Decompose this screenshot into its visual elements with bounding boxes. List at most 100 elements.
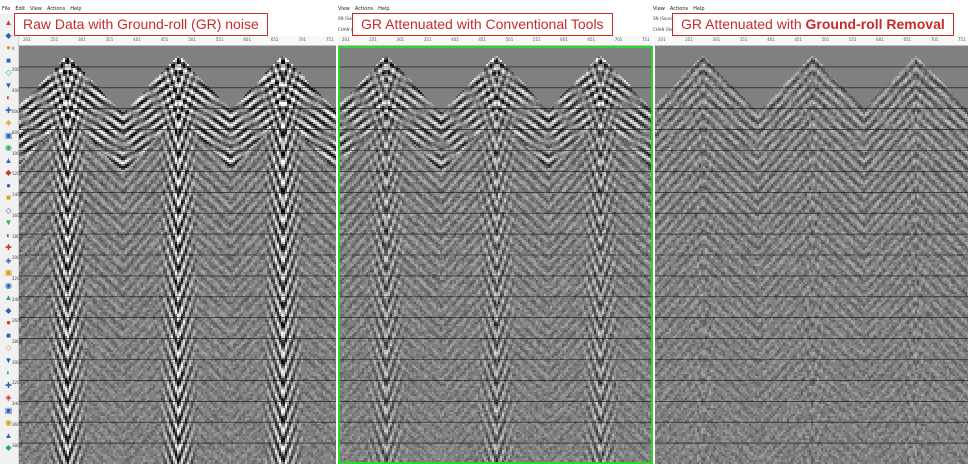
trace-axis-tick: 201 bbox=[658, 37, 666, 42]
trace-axis-tick: 551 bbox=[216, 37, 224, 42]
time-axis-tick: 1200 bbox=[12, 171, 22, 176]
trace-axis-tick: 301 bbox=[397, 37, 405, 42]
trace-axis-tick: 401 bbox=[451, 37, 459, 42]
trace-axis-tick: 201 bbox=[23, 37, 31, 42]
label-removal: GR Attenuated with Ground-roll Removal bbox=[672, 13, 954, 36]
window-title-1 bbox=[150, 0, 151, 5]
time-axis-tick: 1800 bbox=[12, 234, 22, 239]
toolbar-tool-icon[interactable]: ◈ bbox=[4, 118, 13, 127]
time-axis-tick: 800 bbox=[12, 130, 20, 135]
trace-axis-tick: 651 bbox=[587, 37, 595, 42]
time-axis-tick: 2800 bbox=[12, 339, 22, 344]
menu-help[interactable]: Help bbox=[70, 6, 81, 13]
menu-actions[interactable]: Actions bbox=[670, 6, 688, 13]
trace-axis-tick: 251 bbox=[685, 37, 693, 42]
toolbar-tool-icon[interactable]: ◆ bbox=[4, 31, 13, 40]
trace-axis-tick: 751 bbox=[958, 37, 966, 42]
time-axis-tick: 400 bbox=[12, 88, 20, 93]
menubar-window-1: File Edit View Actions Help bbox=[2, 6, 82, 13]
trace-axis-1: 201 251 301 351 401 451 501 551 601 651 701 751 bbox=[19, 36, 336, 46]
time-axis-tick: 0 bbox=[12, 46, 15, 51]
toolbar-tool-icon[interactable]: ▣ bbox=[4, 406, 13, 415]
label-raw-data: Raw Data with Ground-roll (GR) noise bbox=[14, 13, 268, 36]
seismic-image-removal bbox=[655, 46, 968, 464]
menubar-window-2: View Actions Help bbox=[338, 6, 390, 13]
trace-axis-3: 201 251 301 351 401 451 501 551 601 651 701 751 bbox=[654, 36, 968, 46]
trace-axis-tick: 501 bbox=[822, 37, 830, 42]
menu-help[interactable]: Help bbox=[378, 6, 389, 13]
toolbar-tool-icon[interactable]: ▲ bbox=[4, 156, 13, 165]
trace-axis-tick: 701 bbox=[298, 37, 306, 42]
time-axis-tick: 2200 bbox=[12, 276, 22, 281]
menu-help[interactable]: Help bbox=[693, 6, 704, 13]
seismic-panel-conventional[interactable] bbox=[338, 46, 653, 464]
trace-axis-tick: 451 bbox=[478, 37, 486, 42]
trace-axis-tick: 651 bbox=[271, 37, 279, 42]
time-axis-tick: 2000 bbox=[12, 255, 22, 260]
trace-axis-tick: 751 bbox=[642, 37, 650, 42]
menu-view[interactable]: View bbox=[653, 6, 665, 13]
menu-file[interactable]: File bbox=[2, 6, 10, 13]
time-axis-tick: 2400 bbox=[12, 297, 22, 302]
trace-axis-tick: 301 bbox=[713, 37, 721, 42]
trace-axis-tick: 301 bbox=[78, 37, 86, 42]
toolbar-tool-icon[interactable]: ◐ bbox=[4, 93, 13, 102]
menu-view[interactable]: View bbox=[30, 6, 42, 13]
trace-axis-tick: 751 bbox=[326, 37, 334, 42]
toolbar-tool-icon[interactable]: ◆ bbox=[4, 306, 13, 315]
label-conventional: GR Attenuated with Conventional Tools bbox=[352, 13, 613, 36]
toolbar-tool-icon[interactable]: ■ bbox=[4, 56, 13, 65]
trace-axis-tick: 651 bbox=[903, 37, 911, 42]
trace-axis-tick: 551 bbox=[849, 37, 857, 42]
toolbar-tool-icon[interactable]: ▲ bbox=[4, 431, 13, 440]
trace-axis-tick: 401 bbox=[767, 37, 775, 42]
time-axis-tick: 3800 bbox=[12, 443, 22, 448]
time-axis-tick: 3400 bbox=[12, 401, 22, 406]
seismic-image-conventional bbox=[338, 46, 653, 464]
trace-axis-tick: 251 bbox=[369, 37, 377, 42]
toolbar-tool-icon[interactable]: ▲ bbox=[4, 18, 13, 27]
time-axis-tick: 1000 bbox=[12, 151, 22, 156]
trace-axis-tick: 701 bbox=[931, 37, 939, 42]
trace-axis-tick: 351 bbox=[740, 37, 748, 42]
trace-axis-tick: 401 bbox=[133, 37, 141, 42]
toolbar-tool-icon[interactable]: ● bbox=[4, 181, 13, 190]
trace-axis-tick: 201 bbox=[342, 37, 350, 42]
time-axis-tick: 600 bbox=[12, 109, 20, 114]
trace-axis-tick: 501 bbox=[506, 37, 514, 42]
menubar-window-3: View Actions Help bbox=[653, 6, 705, 13]
trace-axis-tick: 451 bbox=[161, 37, 169, 42]
seismic-panel-raw[interactable] bbox=[19, 46, 336, 464]
time-axis-tick: 3200 bbox=[12, 380, 22, 385]
trace-axis-tick: 601 bbox=[876, 37, 884, 42]
trace-axis-tick: 501 bbox=[188, 37, 196, 42]
toolbar-tool-icon[interactable]: ◐ bbox=[4, 368, 13, 377]
time-axis-tick: 3000 bbox=[12, 360, 22, 365]
toolbar-tool-icon[interactable]: ◇ bbox=[4, 343, 13, 352]
menu-edit[interactable]: Edit bbox=[15, 6, 25, 13]
toolbar-tool-icon[interactable]: ▼ bbox=[4, 218, 13, 227]
trace-axis-tick: 451 bbox=[794, 37, 802, 42]
seismic-image-raw bbox=[19, 46, 336, 464]
trace-axis-tick: 551 bbox=[533, 37, 541, 42]
time-axis-tick: 2600 bbox=[12, 318, 22, 323]
trace-axis-tick: 351 bbox=[106, 37, 114, 42]
trace-axis-tick: 351 bbox=[424, 37, 432, 42]
trace-axis-tick: 601 bbox=[243, 37, 251, 42]
toolbar-tool-icon[interactable]: ◉ bbox=[4, 281, 13, 290]
time-axis-tick: 200 bbox=[12, 67, 20, 72]
menu-view[interactable]: View bbox=[338, 6, 350, 13]
seismic-panel-removal[interactable] bbox=[655, 46, 968, 464]
menu-actions[interactable]: Actions bbox=[47, 6, 65, 13]
trace-axis-2: 201 251 301 351 401 451 501 551 601 651 701 751 bbox=[338, 36, 652, 46]
trace-axis-tick: 251 bbox=[51, 37, 59, 42]
menu-actions[interactable]: Actions bbox=[355, 6, 373, 13]
toolbar-tool-icon[interactable]: ✚ bbox=[4, 243, 13, 252]
time-axis-tick: 3600 bbox=[12, 422, 22, 427]
trace-axis-tick: 701 bbox=[615, 37, 623, 42]
time-axis-tick: 1400 bbox=[12, 192, 22, 197]
label-removal-prefix: GR Attenuated with bbox=[681, 16, 806, 32]
time-axis-tick: 1600 bbox=[12, 213, 22, 218]
trace-axis-tick: 601 bbox=[560, 37, 568, 42]
label-removal-bold: Ground-roll Removal bbox=[806, 16, 945, 32]
